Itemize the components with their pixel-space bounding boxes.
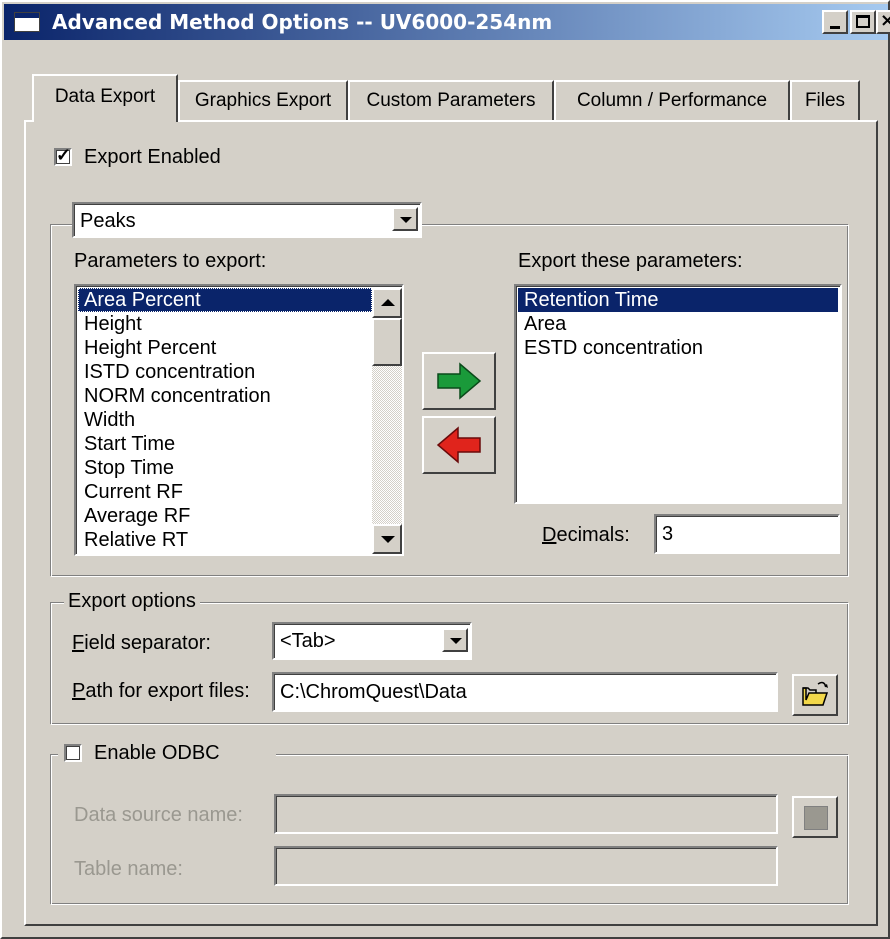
list-item[interactable]: ISTD concentration bbox=[78, 360, 372, 384]
tab-custom-parameters[interactable]: Custom Parameters bbox=[348, 80, 554, 120]
minimize-icon bbox=[830, 26, 840, 29]
decimals-label: Decimals: bbox=[542, 524, 630, 546]
data-source-browse-button[interactable] bbox=[792, 796, 838, 838]
parameters-list-items: Area Percent Height Height Percent ISTD … bbox=[78, 288, 372, 554]
list-item[interactable]: Start Time bbox=[78, 432, 372, 456]
checkmark-icon: ✓ bbox=[56, 145, 72, 165]
green-right-arrow-icon bbox=[437, 362, 482, 400]
tab-data-export[interactable]: Data Export bbox=[32, 74, 178, 122]
title-bar[interactable]: Advanced Method Options -- UV6000-254nm … bbox=[4, 4, 890, 40]
field-separator-select[interactable]: <Tab> bbox=[272, 622, 472, 660]
export-list-items: Retention Time Area ESTD concentration bbox=[518, 288, 838, 502]
list-item[interactable]: Height bbox=[78, 312, 372, 336]
minimize-button[interactable] bbox=[822, 10, 848, 34]
decimals-value: 3 bbox=[662, 523, 674, 545]
table-name-input[interactable] bbox=[274, 846, 778, 886]
remove-parameter-button[interactable] bbox=[422, 416, 496, 474]
list-item[interactable]: Height Percent bbox=[78, 336, 372, 360]
decimals-input[interactable]: 3 bbox=[654, 514, 840, 554]
export-options-title: Export options bbox=[64, 590, 200, 613]
advanced-method-options-window: Advanced Method Options -- UV6000-254nm … bbox=[0, 0, 890, 939]
parameters-to-export-label: Parameters to export: bbox=[74, 250, 267, 272]
enable-odbc-checkbox[interactable] bbox=[64, 744, 82, 762]
path-label: Path for export files: bbox=[72, 680, 250, 702]
export-enabled-label: Export Enabled bbox=[84, 146, 221, 168]
maximize-icon bbox=[856, 15, 870, 28]
browse-folder-button[interactable] bbox=[792, 674, 838, 716]
scroll-thumb[interactable] bbox=[372, 318, 402, 366]
list-item[interactable]: Retention Time bbox=[518, 288, 838, 312]
list-item[interactable]: Area bbox=[518, 312, 838, 336]
data-source-name-label: Data source name: bbox=[74, 804, 243, 826]
window-icon bbox=[14, 12, 40, 32]
export-enabled-checkbox[interactable]: ✓ bbox=[54, 145, 72, 166]
category-select[interactable]: Peaks bbox=[72, 202, 422, 238]
tab-files[interactable]: Files bbox=[790, 80, 860, 120]
maximize-button[interactable] bbox=[850, 10, 876, 34]
field-separator-value: <Tab> bbox=[280, 630, 336, 652]
red-left-arrow-icon bbox=[436, 426, 481, 464]
chevron-down-icon[interactable] bbox=[392, 207, 418, 231]
list-item[interactable]: ESTD concentration bbox=[518, 336, 838, 360]
window-title: Advanced Method Options -- UV6000-254nm bbox=[52, 10, 553, 34]
data-source-name-input[interactable] bbox=[274, 794, 778, 834]
tab-column-performance[interactable]: Column / Performance bbox=[554, 80, 790, 120]
table-name-label: Table name: bbox=[74, 858, 183, 880]
vertical-scrollbar[interactable] bbox=[372, 288, 402, 554]
parameters-to-export-list[interactable]: Area Percent Height Height Percent ISTD … bbox=[74, 284, 404, 556]
list-item[interactable]: Stop Time bbox=[78, 456, 372, 480]
tab-graphics-export[interactable]: Graphics Export bbox=[178, 80, 348, 120]
close-button[interactable]: × bbox=[876, 10, 890, 34]
close-icon: × bbox=[880, 10, 890, 31]
export-these-parameters-list[interactable]: Retention Time Area ESTD concentration bbox=[514, 284, 842, 504]
disabled-square-icon bbox=[804, 806, 828, 830]
field-separator-label: Field separator: bbox=[72, 632, 211, 654]
scroll-up-button[interactable] bbox=[372, 288, 402, 318]
list-item[interactable]: Area Percent bbox=[78, 288, 372, 312]
list-item[interactable]: Current RF bbox=[78, 480, 372, 504]
chevron-down-icon[interactable] bbox=[442, 628, 468, 652]
open-folder-icon bbox=[802, 681, 829, 706]
export-these-parameters-label: Export these parameters: bbox=[518, 250, 743, 272]
scroll-down-button[interactable] bbox=[372, 524, 402, 554]
path-value: C:\ChromQuest\Data bbox=[280, 681, 467, 703]
list-item[interactable]: NORM concentration bbox=[78, 384, 372, 408]
enable-odbc-label: Enable ODBC bbox=[94, 742, 220, 764]
list-item[interactable]: Relative RT bbox=[78, 528, 372, 552]
path-input[interactable]: C:\ChromQuest\Data bbox=[272, 672, 778, 712]
category-select-value: Peaks bbox=[80, 210, 136, 232]
list-item[interactable]: Width bbox=[78, 408, 372, 432]
add-parameter-button[interactable] bbox=[422, 352, 496, 410]
list-item[interactable]: Average RF bbox=[78, 504, 372, 528]
